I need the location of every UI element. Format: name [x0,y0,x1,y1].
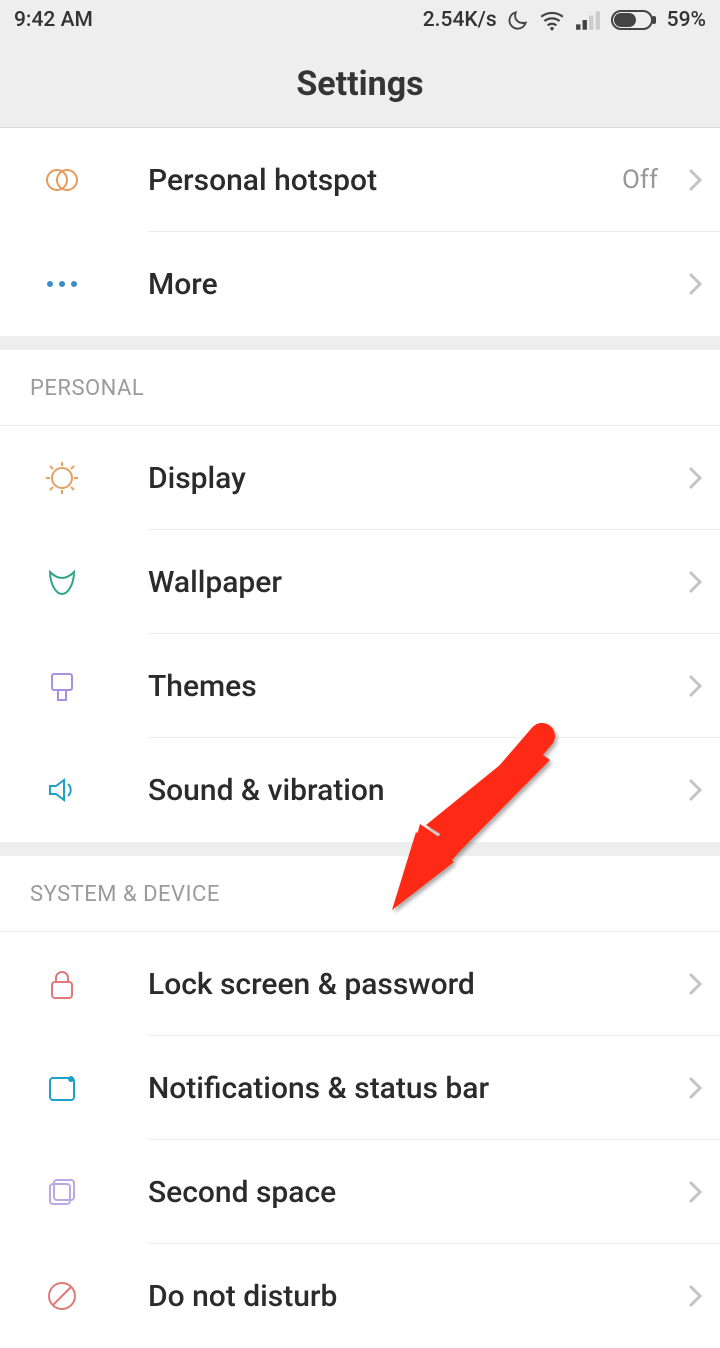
row-label: Display [148,461,670,496]
section-personal: PERSONAL Display [0,350,720,842]
row-label: Lock screen & password [148,967,670,1002]
chevron-right-icon [670,1075,720,1101]
row-notifications-statusbar[interactable]: Notifications & status bar [0,1036,720,1140]
battery-icon [611,9,657,31]
moon-icon [507,9,529,31]
row-label: Personal hotspot [148,163,622,198]
row-wallpaper[interactable]: Wallpaper [0,530,720,634]
row-label: Sound & vibration [148,773,670,808]
wallpaper-icon [30,564,148,600]
section-header-system: SYSTEM & DEVICE [0,856,720,932]
chevron-right-icon [670,971,720,997]
wifi-icon [539,9,565,31]
display-icon [30,460,148,496]
separator [0,336,720,350]
section-network: Personal hotspot Off More [0,128,720,336]
signal-icon [575,9,601,31]
row-label: Second space [148,1175,670,1210]
themes-icon [30,668,148,704]
row-value: Off [622,165,658,195]
hotspot-icon [30,162,148,198]
chevron-right-icon [670,1179,720,1205]
row-label: More [148,267,670,302]
second-space-icon [30,1174,148,1210]
row-label: Wallpaper [148,565,670,600]
row-lock-screen-password[interactable]: Lock screen & password [0,932,720,1036]
row-second-space[interactable]: Second space [0,1140,720,1244]
status-bar: 9:42 AM 2.54K/s 59% [0,0,720,40]
page-title: Settings [0,40,720,128]
more-icon [30,280,148,288]
section-header-personal: PERSONAL [0,350,720,426]
row-themes[interactable]: Themes [0,634,720,738]
row-more[interactable]: More [0,232,720,336]
lock-icon [30,966,148,1002]
status-indicators: 2.54K/s 59% [423,8,706,32]
dnd-icon [30,1278,148,1314]
battery-percent: 59% [667,8,706,32]
chevron-right-icon [670,777,720,803]
chevron-right-icon [670,569,720,595]
chevron-right-icon [670,465,720,491]
row-do-not-disturb[interactable]: Do not disturb [0,1244,720,1348]
net-speed: 2.54K/s [423,8,497,32]
chevron-right-icon [670,271,720,297]
chevron-right-icon [670,673,720,699]
chevron-right-icon [670,167,720,193]
sound-icon [30,772,148,808]
notifications-icon [30,1070,148,1106]
chevron-right-icon [670,1283,720,1309]
row-label: Themes [148,669,670,704]
separator [0,842,720,856]
row-display[interactable]: Display [0,426,720,530]
row-label: Notifications & status bar [148,1071,670,1106]
row-label: Do not disturb [148,1279,670,1314]
row-personal-hotspot[interactable]: Personal hotspot Off [0,128,720,232]
status-time: 9:42 AM [14,8,423,32]
row-sound-vibration[interactable]: Sound & vibration [0,738,720,842]
section-system-device: SYSTEM & DEVICE Lock screen & password N… [0,856,720,1348]
